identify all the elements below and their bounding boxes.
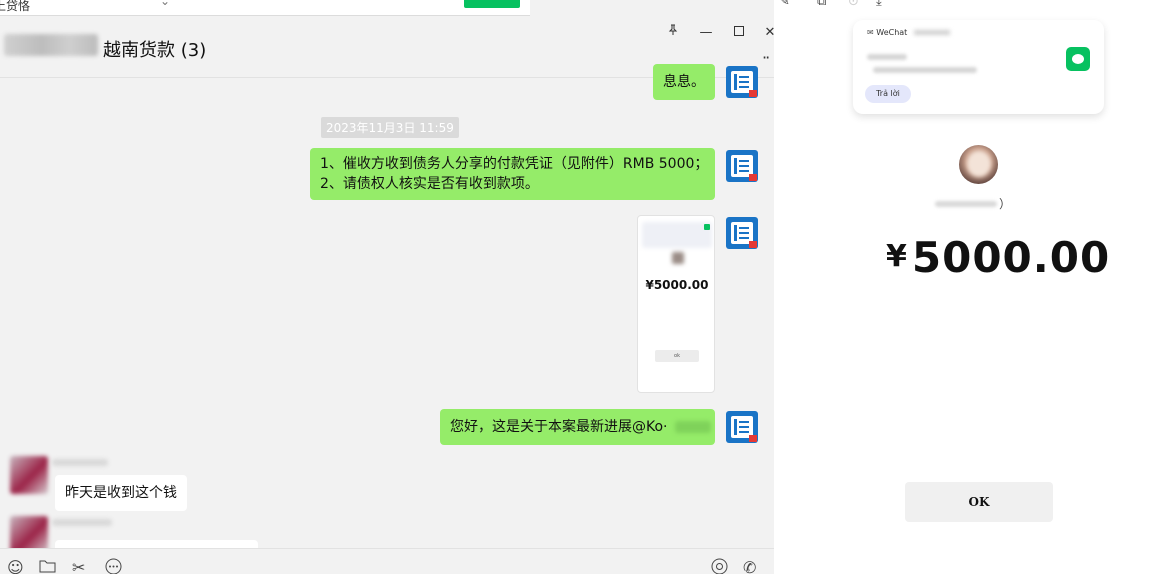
sender-avatar[interactable]	[726, 411, 758, 443]
wechat-small-icon: ✉	[867, 28, 874, 37]
thumbnail-amount: ¥5000.00	[645, 278, 709, 292]
flag-icon	[749, 241, 757, 248]
edit-icon[interactable]: ✎	[779, 0, 790, 9]
redacted-mention	[675, 421, 711, 433]
scissors-icon[interactable]: ✂	[72, 558, 85, 574]
copy-icon[interactable]: ⧉	[817, 0, 826, 9]
background-window-text: 上贷恪	[0, 0, 31, 13]
message-text-line: 2、请债权人核实是否有收到款项。	[320, 176, 539, 192]
download-icon[interactable]: ⤓	[876, 0, 882, 9]
message-text: 昨天是收到这个钱	[65, 485, 177, 501]
redacted-sender-name	[52, 459, 108, 466]
folder-icon[interactable]	[39, 558, 56, 574]
amount-value: 5000.00	[911, 233, 1111, 282]
payer-name: ）	[935, 197, 1011, 211]
currency-symbol: ¥	[886, 239, 908, 274]
message-text-line: 1、催收方收到债务人分享的付款凭证（见附件）RMB 5000；	[320, 156, 709, 172]
chat-history-icon[interactable]	[105, 558, 122, 574]
redacted-sender-name	[52, 519, 112, 526]
sent-message-bubble[interactable]: 1、催收方收到债务人分享的付款凭证（见附件）RMB 5000； 2、请债权人核实…	[310, 148, 715, 200]
background-green-button[interactable]	[464, 0, 520, 8]
payer-name-suffix: ）	[999, 197, 1012, 211]
sender-avatar[interactable]	[726, 150, 758, 182]
message-timestamp: 2023年11月3日 11:59	[321, 117, 459, 138]
voice-call-icon[interactable]	[711, 558, 728, 574]
sent-message-bubble[interactable]: 您好，这是关于本案最新进展@Ko·	[440, 409, 715, 445]
search-icon[interactable]: ⊙	[848, 0, 859, 9]
redacted-notification-line	[873, 67, 977, 73]
payment-amount: ¥5000.00	[886, 233, 1110, 282]
reply-button[interactable]: Trả lời	[865, 85, 911, 103]
more-options-icon[interactable]: ··	[762, 48, 770, 67]
ok-button[interactable]: OK	[905, 482, 1053, 522]
minimize-icon[interactable]: —	[695, 22, 717, 44]
video-call-icon[interactable]: ✆	[743, 558, 756, 574]
payer-avatar	[959, 145, 998, 184]
redacted-notification-line	[867, 54, 907, 60]
redacted-payer-name	[935, 201, 997, 207]
redacted-contact-name	[4, 34, 98, 56]
input-toolbar: ☺ ✂ ✆	[0, 548, 774, 574]
message-text: 您好，这是关于本案最新进展@Ko·	[450, 419, 668, 435]
payer-avatar	[672, 252, 684, 264]
sent-message-bubble[interactable]: 息息。	[653, 64, 715, 100]
notification-card: ✉ WeChat Trả lời	[853, 20, 1104, 114]
flag-icon	[749, 90, 757, 97]
payer-face	[967, 151, 991, 177]
background-window-strip: 上贷恪 ⌄	[0, 0, 530, 16]
chat-window: 上贷恪 ⌄ 越南货款 (3) — ✕ ·· 息息。 2023年11月3日 11:…	[0, 0, 774, 574]
maximize-icon[interactable]	[728, 22, 750, 44]
payment-screenshot-thumbnail[interactable]: ¥5000.00 ok	[637, 215, 715, 393]
sender-avatar[interactable]	[726, 217, 758, 249]
background-arrow-icon: ⌄	[160, 0, 171, 8]
redacted-notification	[642, 222, 712, 248]
notification-app-row: ✉ WeChat	[867, 28, 950, 37]
notification-app-name: WeChat	[876, 28, 908, 37]
flag-icon	[749, 174, 757, 181]
close-icon[interactable]: ✕	[759, 22, 774, 44]
wechat-app-icon	[1066, 47, 1090, 71]
wechat-icon	[704, 224, 710, 230]
emoji-icon[interactable]: ☺	[7, 558, 24, 574]
contact-avatar[interactable]	[10, 456, 48, 494]
flag-icon	[749, 435, 757, 442]
redacted-notification-header	[913, 30, 950, 35]
thumbnail-ok-button: ok	[655, 350, 699, 362]
received-message-bubble[interactable]: 昨天是收到这个钱	[55, 475, 187, 511]
message-text: 息息。	[663, 74, 705, 90]
chat-title: 越南货款 (3)	[103, 40, 207, 61]
sender-avatar[interactable]	[726, 66, 758, 98]
pin-icon[interactable]	[662, 22, 684, 44]
